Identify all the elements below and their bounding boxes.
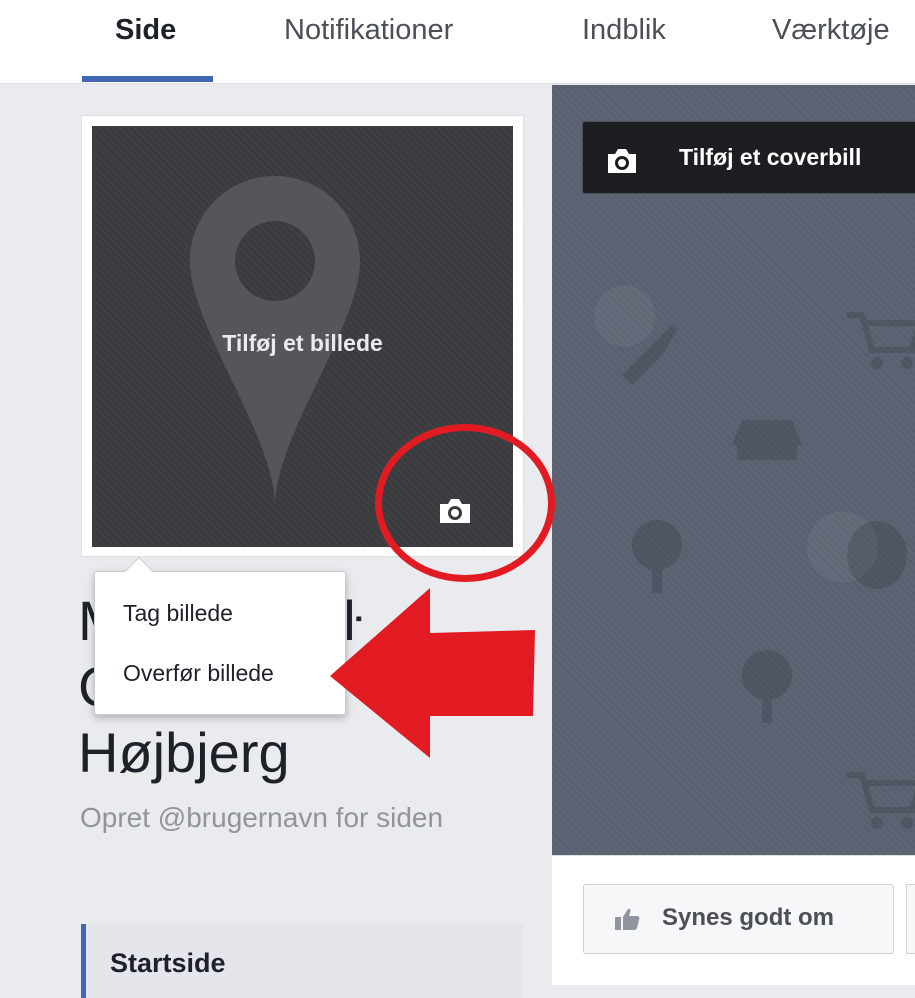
create-username-link[interactable]: Opret @brugernavn for siden [80,800,500,835]
page-tab-bar: Side Notifikationer Indblik Værktøje [0,0,915,84]
tab-side[interactable]: Side [115,14,176,47]
cart-deco-icon-2 [847,772,915,829]
sidebar-item-startside[interactable]: Startside [81,924,523,998]
tree-deco-icon [632,520,682,593]
tree-deco-icon-2 [742,650,792,723]
active-tab-indicator [82,76,213,82]
secondary-action-button[interactable] [906,884,915,954]
paintbrush-deco-icon [622,325,677,385]
annotation-circle [375,424,555,582]
annotation-arrow-icon [330,588,535,758]
car-deco-icon [732,420,802,460]
palette-deco-icon [847,521,907,589]
tab-indblik[interactable]: Indblik [582,14,666,47]
menu-item-take-photo[interactable]: Tag billede [123,600,233,627]
profile-photo-menu: Tag billede Overfør billede [94,556,346,715]
sidebar-item-label: Startside [110,948,226,978]
camera-icon [608,149,636,173]
add-profile-photo-label: Tilføj et billede [222,330,383,356]
menu-item-upload-photo[interactable]: Overfør billede [123,660,274,687]
add-cover-photo-label: Tilføj et coverbill [679,144,862,170]
like-button-label: Synes godt om [662,904,835,931]
like-button[interactable]: Synes godt om [583,884,894,954]
cover-photo-area[interactable] [552,85,915,855]
add-cover-photo-button[interactable]: Tilføj et coverbill [582,121,915,194]
tab-vaerktoejer[interactable]: Værktøje [772,14,890,47]
cart-deco-icon [847,312,915,369]
thumbs-up-icon [615,908,640,930]
tab-notifikationer[interactable]: Notifikationer [284,14,453,47]
dropdown-caret [124,556,154,586]
